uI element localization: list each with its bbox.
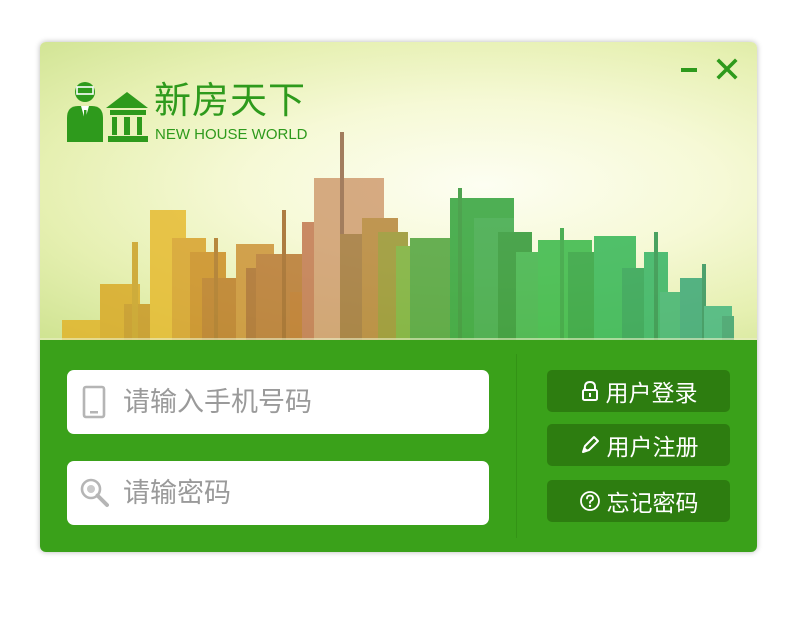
search-key-icon <box>80 478 109 507</box>
password-field <box>67 461 489 525</box>
login-panel: 用户登录 用户注册 忘记密码 <box>40 340 757 552</box>
password-input[interactable] <box>123 461 473 525</box>
close-icon <box>716 58 738 80</box>
brand-name: 新房天下 <box>154 79 306 122</box>
minimize-icon <box>681 68 697 72</box>
question-icon <box>579 491 600 511</box>
panel-divider <box>516 354 517 538</box>
forgot-password-button-label: 忘记密码 <box>606 491 699 517</box>
login-window: 新房天下 NEW HOUSE WORLD 请输入手机号码 用户登录 用户注册 忘… <box>40 42 757 552</box>
close-button[interactable] <box>714 56 740 82</box>
register-button-label: 用户注册 <box>606 435 699 461</box>
brand-tagline: NEW HOUSE WORLD <box>155 126 308 143</box>
lock-icon <box>581 380 598 401</box>
pencil-icon <box>581 436 599 453</box>
phone-field <box>67 370 489 434</box>
agent-house-logo-icon <box>67 82 148 142</box>
header-banner: 新房天下 NEW HOUSE WORLD <box>40 42 757 340</box>
login-button[interactable]: 用户登录 <box>547 370 730 412</box>
minimize-button[interactable] <box>676 56 702 82</box>
phone-icon <box>82 385 106 419</box>
register-button[interactable]: 用户注册 <box>547 424 730 466</box>
login-button-label: 用户登录 <box>605 381 698 407</box>
brand-logo: 新房天下 NEW HOUSE WORLD <box>66 76 356 146</box>
forgot-password-button[interactable]: 忘记密码 <box>547 480 730 522</box>
phone-input[interactable] <box>123 370 473 434</box>
